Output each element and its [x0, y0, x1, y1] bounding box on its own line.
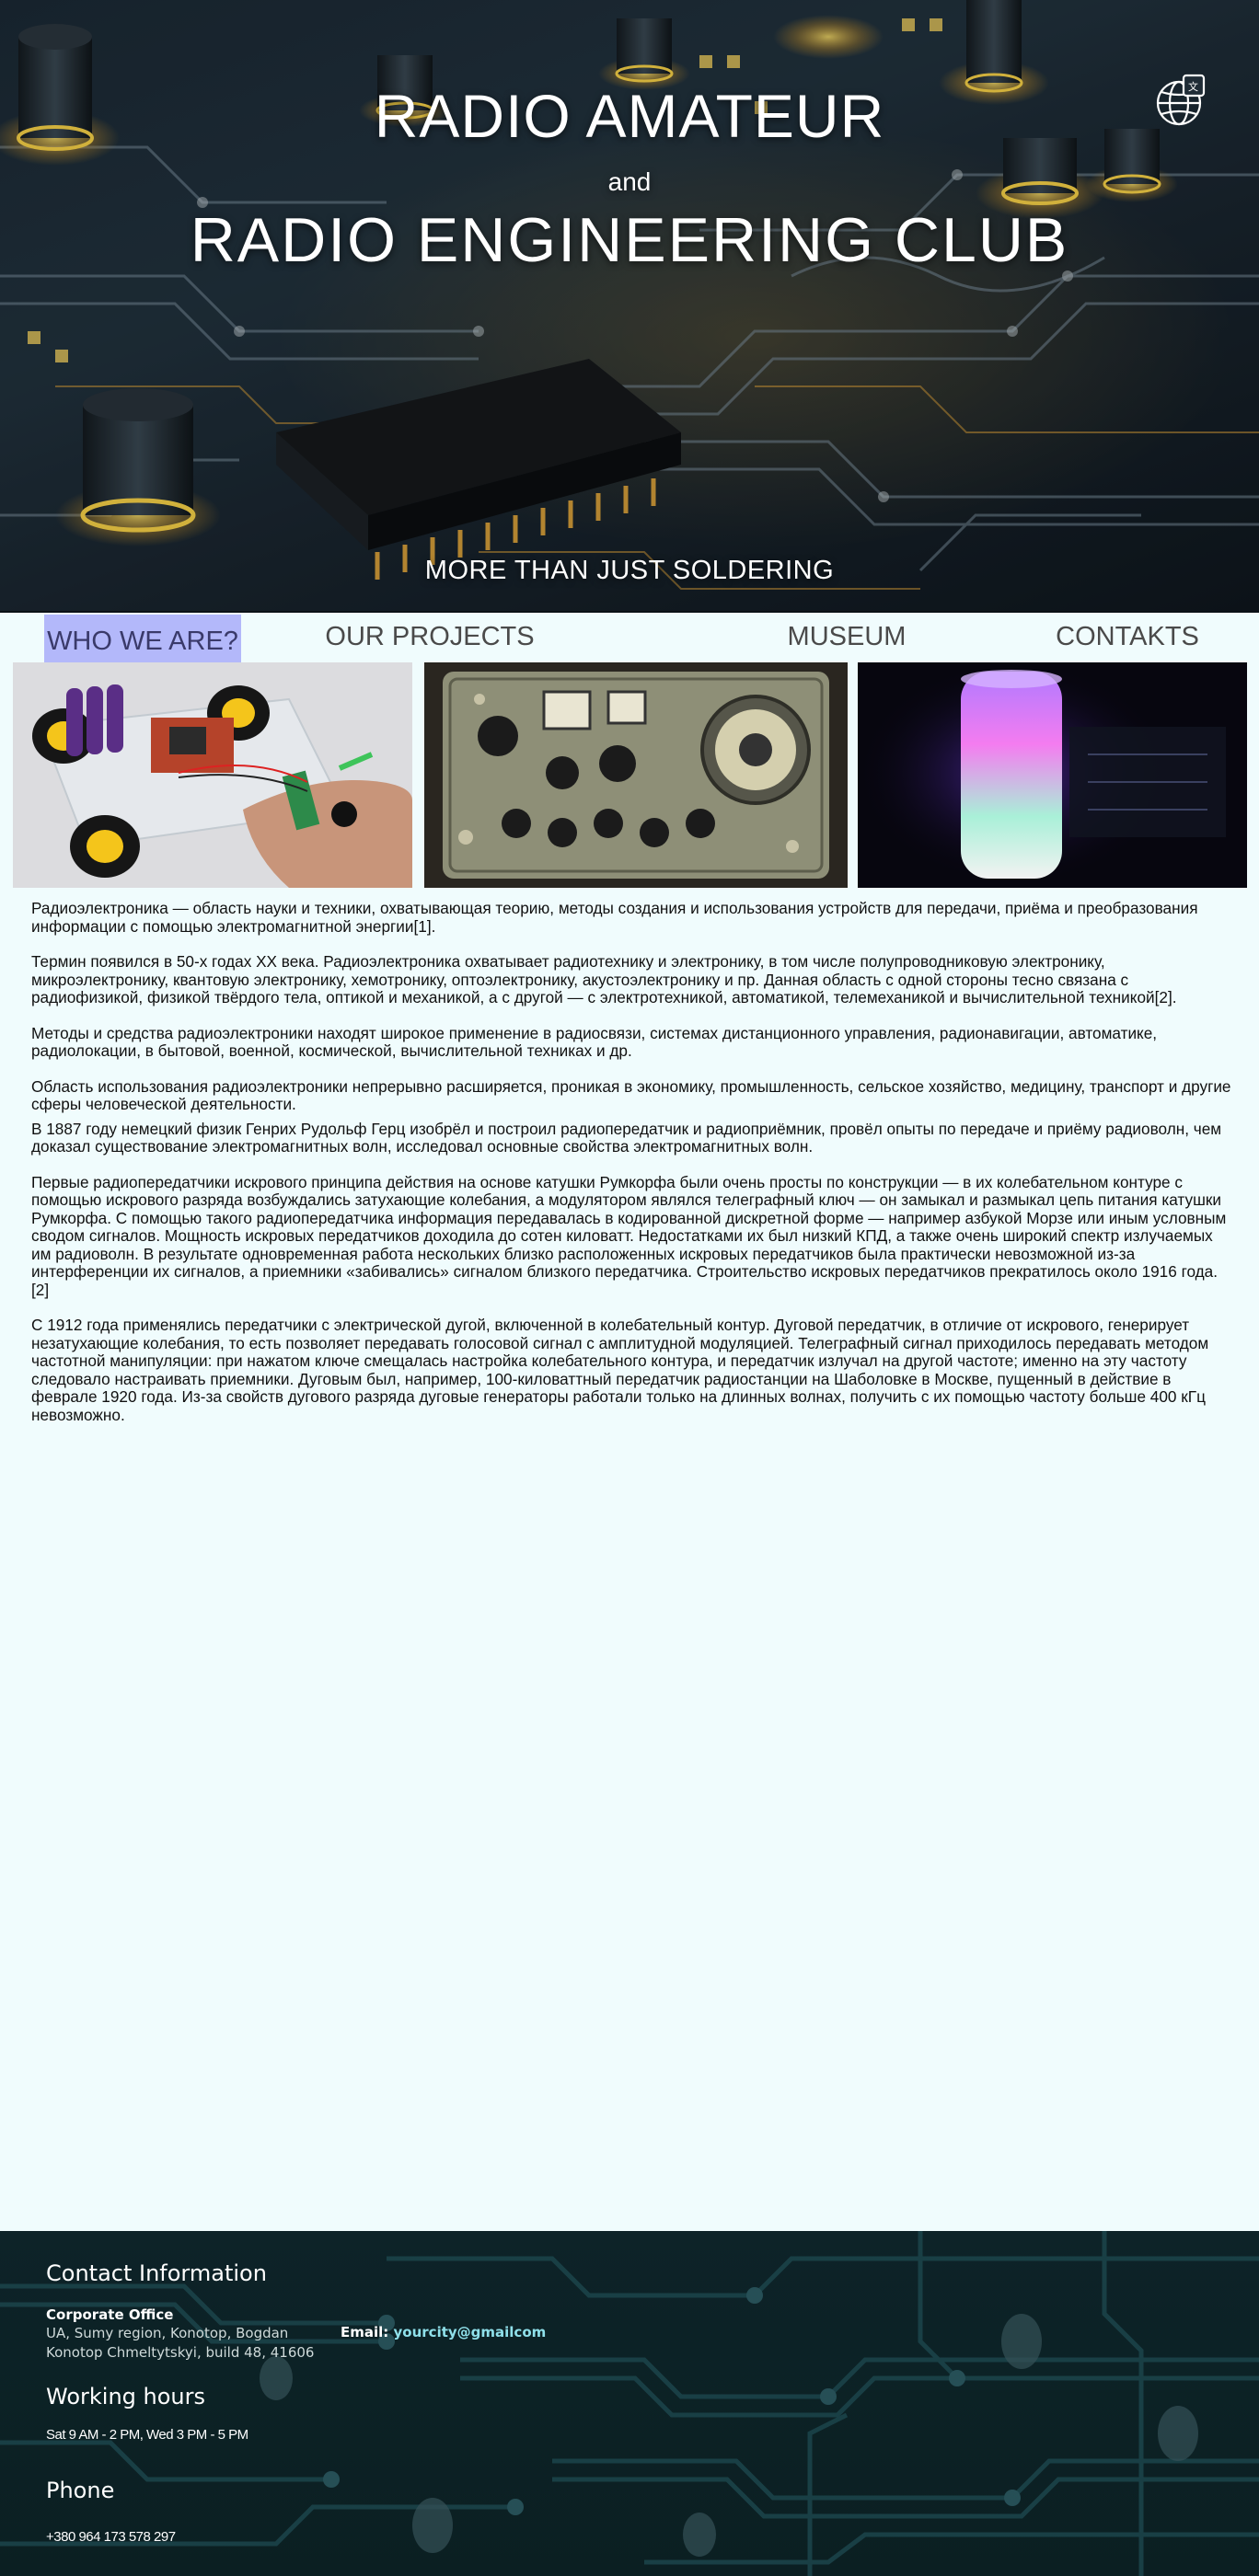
site-title-line2: RADIO ENGINEERING CLUB — [190, 205, 1069, 275]
main-nav: WHO WE ARE? OUR PROJECTS MUSEUM CONTAKTS — [0, 615, 1259, 666]
article-paragraph: Первые радиопередатчики искрового принци… — [31, 1172, 1227, 1299]
globe-translate-icon: 文 — [1156, 74, 1206, 126]
article-paragraph: Термин появился в 50-х годах XX века. Ра… — [31, 952, 1177, 1006]
phone-heading: Phone — [46, 2478, 115, 2503]
article-paragraph: С 1912 года применялись передатчики с эл… — [31, 1316, 1209, 1424]
article-paragraph: Область использования радиоэлектроники н… — [31, 1076, 1231, 1113]
nav-our-projects[interactable]: OUR PROJECTS — [313, 615, 547, 662]
email-label: Email: — [341, 2324, 389, 2340]
about-article: Радиоэлектроника — область науки и техни… — [31, 899, 1231, 1442]
nav-museum[interactable]: MUSEUM — [764, 615, 930, 662]
robot-car-photo — [13, 662, 412, 888]
hours-value: Sat 9 AM - 2 PM, Wed 3 PM - 5 PM — [46, 2427, 248, 2443]
led-lamp-photo — [858, 662, 1247, 888]
phone-value[interactable]: +380 964 173 578 297 — [46, 2529, 176, 2545]
hero-tagline: MORE THAN JUST SOLDERING — [424, 556, 835, 585]
email-link[interactable]: yourcity@gmailcom — [394, 2324, 547, 2340]
site-title-and: and — [607, 167, 652, 196]
site-footer: Contact Information Corporate Office UA,… — [0, 2231, 1259, 2576]
hero-banner: RADIO AMATEUR and RADIO ENGINEERING CLUB… — [0, 0, 1259, 613]
hours-heading: Working hours — [46, 2384, 205, 2409]
language-switch-button[interactable]: 文 — [1154, 74, 1209, 129]
svg-text:文: 文 — [1188, 80, 1198, 93]
contact-heading: Contact Information — [46, 2260, 267, 2286]
email-contact: Email: yourcity@gmailcom — [341, 2324, 546, 2340]
article-paragraph: Радиоэлектроника — область науки и техни… — [31, 899, 1198, 936]
office-label: Corporate Office — [46, 2306, 174, 2323]
vintage-radio-photo — [424, 662, 848, 888]
nav-who-we-are[interactable]: WHO WE ARE? — [44, 615, 241, 666]
article-paragraph: В 1887 году немецкий физик Генрих Рудоль… — [31, 1119, 1222, 1156]
office-address: UA, Sumy region, Konotop, Bogdan Konotop… — [46, 2325, 315, 2361]
nav-contacts[interactable]: CONTAKTS — [1031, 615, 1224, 662]
article-paragraph: Методы и средства радиоэлектроники наход… — [31, 1023, 1158, 1060]
site-title-line1: RADIO AMATEUR — [374, 82, 885, 150]
